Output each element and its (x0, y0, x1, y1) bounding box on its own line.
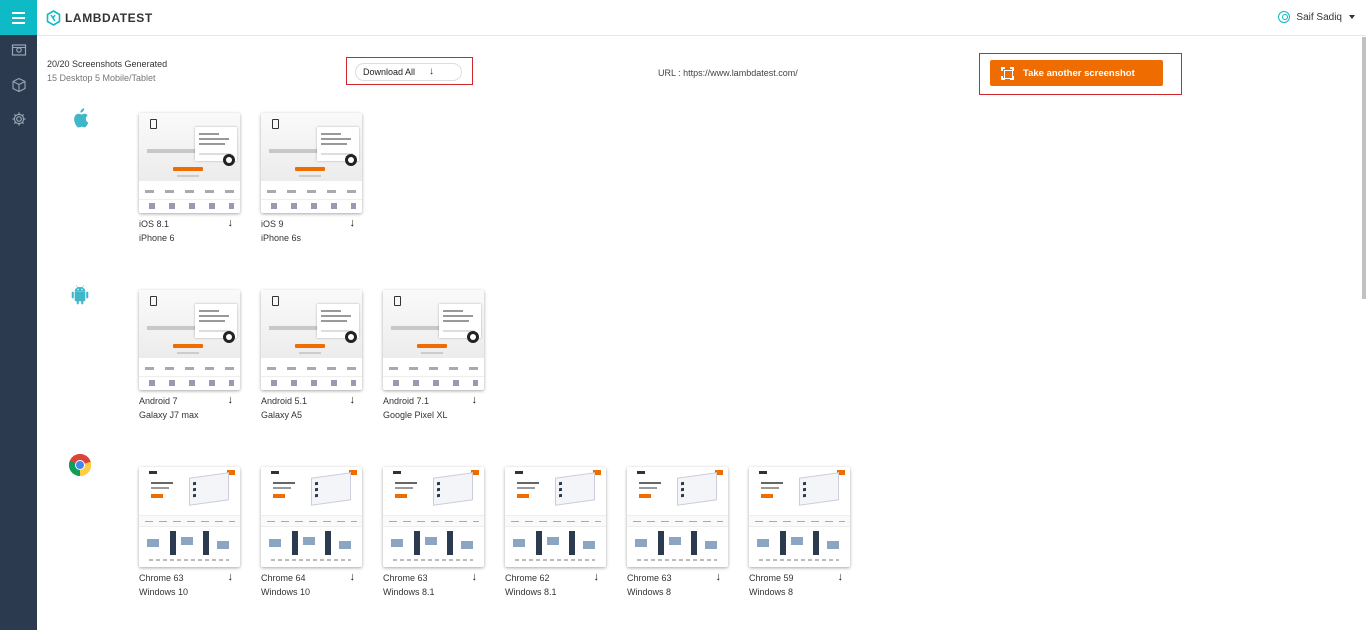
download-icon[interactable]: ↓ (838, 570, 844, 584)
browser-version: Android 5.1 (261, 396, 308, 406)
screenshot-caption: Chrome 63 Windows 10 ↓ (139, 571, 240, 599)
screenshot-thumbnail[interactable] (261, 113, 362, 213)
device-name: Google Pixel XL (383, 410, 448, 420)
download-icon[interactable]: ↓ (228, 216, 234, 230)
tested-url: URL : https://www.lambdatest.com/ (658, 68, 798, 78)
device-name: iPhone 6s (261, 233, 302, 243)
screenshot-caption: Chrome 62 Windows 8.1 ↓ (505, 571, 606, 599)
download-icon[interactable]: ↓ (472, 393, 478, 407)
scrollbar-thumb[interactable] (1362, 37, 1366, 299)
screenshot-card[interactable]: iOS 8.1 iPhone 6 ↓ (139, 113, 240, 245)
lambdatest-logo-icon (46, 10, 61, 26)
generated-count: 20/20 Screenshots Generated (47, 59, 168, 69)
take-another-screenshot-button[interactable]: Take another screenshot (990, 60, 1163, 86)
take-another-label: Take another screenshot (1023, 67, 1135, 79)
lambdatest-logo[interactable]: LAMBDATEST (46, 10, 153, 26)
screenshot-caption: Android 7.1 Google Pixel XL ↓ (383, 394, 484, 422)
device-breakdown: 15 Desktop 5 Mobile/Tablet (47, 73, 156, 83)
box-icon[interactable] (0, 67, 37, 102)
screenshot-card[interactable]: Chrome 63 Windows 8.1 ↓ (383, 467, 484, 599)
screenshot-card[interactable]: Android 7 Galaxy J7 max ↓ (139, 290, 240, 422)
browser-version: iOS 8.1 (139, 219, 170, 229)
capture-frame-icon (1001, 66, 1014, 80)
browser-version: Chrome 63 (627, 573, 672, 583)
screenshot-caption: Android 7 Galaxy J7 max ↓ (139, 394, 240, 422)
top-header: LAMBDATEST Saif Sadiq (37, 0, 1366, 36)
screenshot-thumbnail[interactable] (627, 467, 728, 567)
browser-version: Android 7.1 (383, 396, 430, 406)
screenshot-card[interactable]: Chrome 62 Windows 8.1 ↓ (505, 467, 606, 599)
menu-icon[interactable] (0, 0, 37, 35)
screenshot-thumbnail[interactable] (261, 290, 362, 390)
user-menu[interactable]: Saif Sadiq (1278, 11, 1355, 23)
screenshot-caption: iOS 9 iPhone 6s ↓ (261, 217, 362, 245)
download-icon[interactable]: ↓ (716, 570, 722, 584)
screenshot-card[interactable]: iOS 9 iPhone 6s ↓ (261, 113, 362, 245)
device-name: iPhone 6 (139, 233, 175, 243)
screenshot-caption: iOS 8.1 iPhone 6 ↓ (139, 217, 240, 245)
screenshot-card[interactable]: Android 7.1 Google Pixel XL ↓ (383, 290, 484, 422)
gear-icon[interactable] (0, 101, 37, 136)
user-name: Saif Sadiq (1296, 11, 1342, 23)
take-screenshot-highlight: Take another screenshot (979, 53, 1182, 95)
download-icon[interactable]: ↓ (350, 216, 356, 230)
screenshot-caption: Chrome 59 Windows 8 ↓ (749, 571, 850, 599)
browser-version: Android 7 (139, 396, 178, 406)
screenshot-thumbnail[interactable] (139, 290, 240, 390)
sidebar (0, 0, 37, 630)
device-name: Windows 10 (261, 587, 311, 597)
download-all-highlight: Download All ↓ (346, 57, 473, 85)
screenshot-card[interactable]: Chrome 64 Windows 10 ↓ (261, 467, 362, 599)
screenshot-thumbnail[interactable] (261, 467, 362, 567)
screenshot-caption: Chrome 64 Windows 10 ↓ (261, 571, 362, 599)
download-all-label: Download All (363, 67, 416, 77)
screenshot-thumbnail[interactable] (749, 467, 850, 567)
screenshot-thumbnail[interactable] (139, 113, 240, 213)
screenshot-card[interactable]: Chrome 63 Windows 8 ↓ (627, 467, 728, 599)
screenshot-card[interactable]: Chrome 59 Windows 8 ↓ (749, 467, 850, 599)
android-icon (68, 283, 92, 307)
device-name: Galaxy J7 max (139, 410, 199, 420)
browser-version: Chrome 63 (139, 573, 184, 583)
download-all-button[interactable]: Download All ↓ (355, 63, 462, 81)
device-name: Windows 8.1 (383, 587, 435, 597)
screenshot-caption: Android 5.1 Galaxy A5 ↓ (261, 394, 362, 422)
chrome-icon (68, 453, 92, 477)
screenshot-caption: Chrome 63 Windows 8.1 ↓ (383, 571, 484, 599)
device-name: Windows 10 (139, 587, 189, 597)
download-icon[interactable]: ↓ (228, 393, 234, 407)
screenshot-icon[interactable] (0, 32, 37, 67)
screenshot-thumbnail[interactable] (505, 467, 606, 567)
download-arrow-icon: ↓ (429, 66, 434, 77)
device-name: Windows 8 (627, 587, 672, 597)
screenshot-card[interactable]: Android 5.1 Galaxy A5 ↓ (261, 290, 362, 422)
browser-version: iOS 9 (261, 219, 284, 229)
screenshot-thumbnail[interactable] (383, 467, 484, 567)
screenshot-thumbnail[interactable] (383, 290, 484, 390)
download-icon[interactable]: ↓ (594, 570, 600, 584)
browser-version: Chrome 59 (749, 573, 794, 583)
browser-version: Chrome 62 (505, 573, 550, 583)
screenshot-caption: Chrome 63 Windows 8 ↓ (627, 571, 728, 599)
screenshot-thumbnail[interactable] (139, 467, 240, 567)
download-icon[interactable]: ↓ (350, 393, 356, 407)
download-icon[interactable]: ↓ (228, 570, 234, 584)
user-icon (1278, 11, 1291, 23)
brand-name: LAMBDATEST (65, 11, 153, 25)
download-icon[interactable]: ↓ (472, 570, 478, 584)
caret-down-icon (1349, 15, 1355, 19)
browser-version: Chrome 64 (261, 573, 306, 583)
device-name: Galaxy A5 (261, 410, 303, 420)
browser-version: Chrome 63 (383, 573, 428, 583)
device-name: Windows 8.1 (505, 587, 557, 597)
screenshot-stats: 20/20 Screenshots Generated 15 Desktop 5… (47, 57, 167, 85)
download-icon[interactable]: ↓ (350, 570, 356, 584)
screenshot-card[interactable]: Chrome 63 Windows 10 ↓ (139, 467, 240, 599)
device-name: Windows 8 (749, 587, 794, 597)
apple-icon (68, 106, 92, 130)
